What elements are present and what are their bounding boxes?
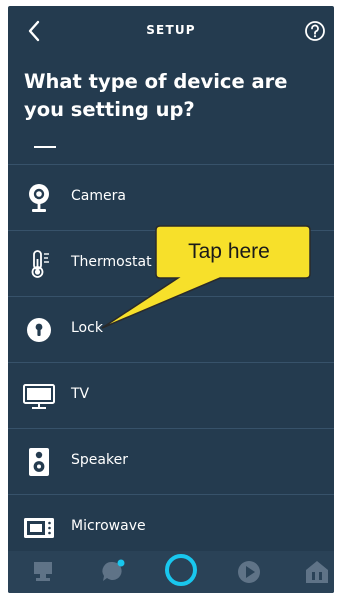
- nav-home[interactable]: [28, 557, 58, 587]
- device-label: Thermostat: [71, 254, 152, 270]
- device-label: Camera: [71, 188, 126, 204]
- speaker-icon: [29, 448, 49, 476]
- lock-icon: [27, 318, 51, 342]
- nav-alexa[interactable]: [164, 553, 198, 587]
- bottom-nav: [8, 551, 334, 593]
- play-icon: [238, 561, 260, 583]
- nav-communicate[interactable]: [99, 557, 129, 587]
- device-label: Microwave: [71, 518, 146, 534]
- tv-icon: [23, 384, 55, 409]
- header: SETUP: [8, 6, 334, 56]
- device-item-speaker[interactable]: Speaker: [8, 429, 334, 495]
- question-circle-icon: [305, 21, 325, 41]
- microwave-icon: [24, 518, 54, 538]
- nav-play[interactable]: [234, 557, 264, 587]
- device-type-list: Camera Thermostat Lock TV Speaker Microw…: [8, 134, 334, 561]
- question-heading: What type of device are you setting up?: [24, 70, 288, 121]
- thermostat-icon: [31, 250, 49, 278]
- communicate-icon: [102, 559, 125, 581]
- dash-marker: [34, 146, 56, 148]
- device-label: Lock: [71, 320, 103, 336]
- device-label: Speaker: [71, 452, 128, 468]
- device-label: TV: [71, 386, 90, 402]
- device-item-tv[interactable]: TV: [8, 363, 334, 429]
- camera-icon: [29, 184, 49, 212]
- device-item-camera[interactable]: Camera: [8, 165, 334, 231]
- list-divider-row: [8, 134, 334, 165]
- app-screen: SETUP What type of device are you settin…: [8, 6, 334, 593]
- page-title: SETUP: [146, 23, 196, 37]
- nav-devices[interactable]: [302, 557, 332, 587]
- home-icon: [34, 562, 52, 581]
- device-item-lock[interactable]: Lock: [8, 297, 334, 363]
- help-button[interactable]: [304, 20, 326, 42]
- alexa-icon: [165, 554, 197, 586]
- devices-icon: [306, 561, 328, 583]
- callout-text: Tap here: [188, 240, 270, 263]
